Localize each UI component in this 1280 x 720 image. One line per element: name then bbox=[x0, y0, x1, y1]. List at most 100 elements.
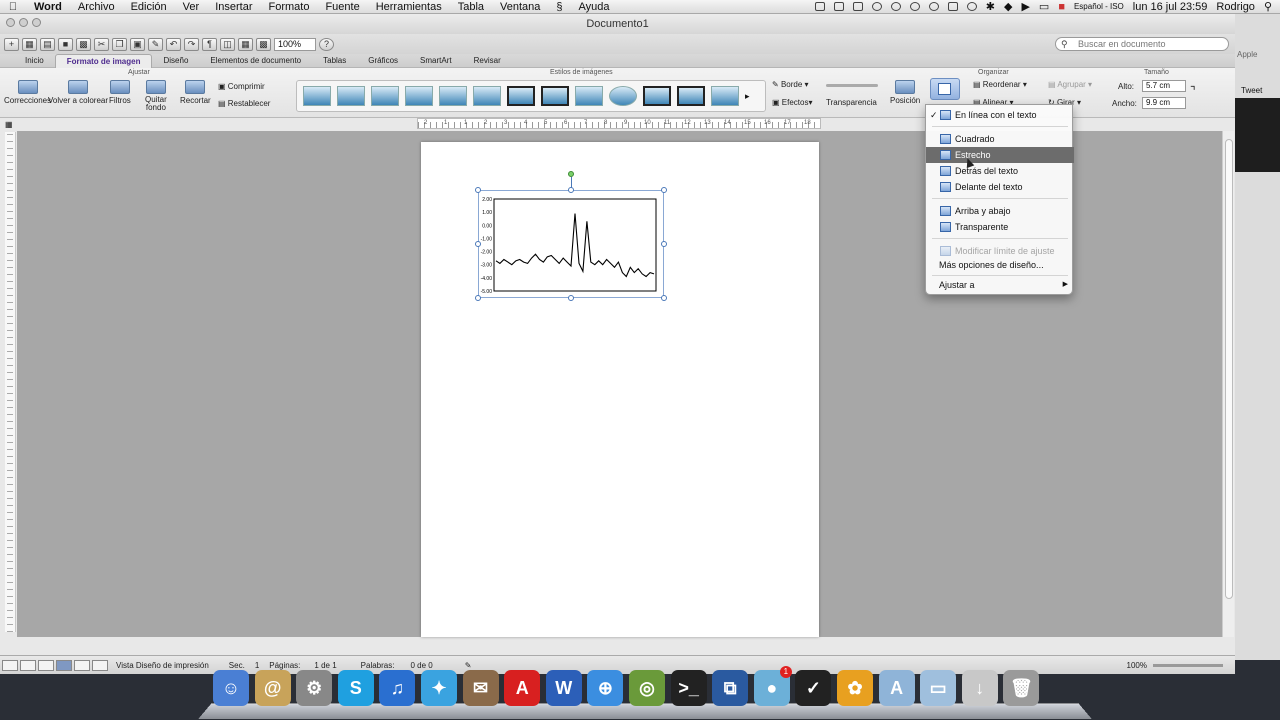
menu-fuente[interactable]: Fuente bbox=[317, 1, 367, 13]
menu-edicion[interactable]: Edición bbox=[123, 1, 175, 13]
style-thumbnail[interactable] bbox=[609, 86, 637, 106]
status-icon[interactable] bbox=[833, 2, 844, 11]
menu-item-transparente[interactable]: Transparente bbox=[926, 219, 1074, 235]
status-icon[interactable] bbox=[928, 2, 939, 11]
apple-menu-icon[interactable]:  bbox=[0, 1, 26, 13]
ruler-toggle-icon[interactable]: ▦ bbox=[5, 120, 13, 129]
reorder-button[interactable]: ▤ Reordenar ▾ bbox=[973, 80, 1027, 89]
filters-button[interactable]: Filtros bbox=[109, 80, 131, 105]
tab-elementos-de-documento[interactable]: Elementos de documento bbox=[199, 54, 312, 68]
format-painter-icon[interactable]: ✎ bbox=[148, 37, 163, 51]
sidebar-icon[interactable]: ◫ bbox=[220, 37, 235, 51]
menu-ventana[interactable]: Ventana bbox=[492, 1, 548, 13]
close-button[interactable] bbox=[6, 18, 15, 27]
trash-icon[interactable]: 🗑 bbox=[1003, 670, 1040, 706]
flag-icon[interactable]: ■ bbox=[1058, 1, 1065, 13]
style-thumbnail[interactable] bbox=[541, 86, 569, 106]
compress-button[interactable]: ▣ Comprimir bbox=[218, 82, 265, 91]
wrap-text-button[interactable] bbox=[930, 78, 960, 100]
outline-view-button[interactable] bbox=[20, 659, 36, 671]
menu-formato[interactable]: Formato bbox=[260, 1, 317, 13]
twitter-icon[interactable]: ✦ bbox=[421, 670, 457, 706]
notebook-view-button[interactable] bbox=[74, 659, 90, 671]
finder-icon[interactable]: ☺ bbox=[213, 670, 249, 706]
gallery-next-icon[interactable]: ▸ bbox=[745, 91, 750, 102]
corrections-button[interactable]: Correcciones bbox=[4, 80, 51, 105]
spotlight-icon[interactable]: ⚲ bbox=[1264, 0, 1272, 13]
lock-aspect-icon[interactable]: ⌝ bbox=[1190, 84, 1196, 98]
help-icon[interactable]: ? bbox=[319, 37, 334, 51]
mail-icon[interactable]: @ bbox=[254, 670, 291, 706]
wifi-icon[interactable]: ◆ bbox=[1004, 0, 1012, 13]
style-thumbnail[interactable] bbox=[711, 86, 739, 106]
style-thumbnail[interactable] bbox=[507, 86, 535, 106]
tab-diseno[interactable]: Diseño bbox=[152, 54, 199, 68]
height-field[interactable]: 5.7 cm bbox=[1142, 80, 1186, 92]
status-icon[interactable] bbox=[909, 2, 920, 11]
menu-item-arriba-y-abajo[interactable]: Arriba y abajo bbox=[926, 203, 1074, 219]
word-icon[interactable]: W bbox=[545, 670, 582, 706]
menu-ver[interactable]: Ver bbox=[175, 1, 208, 13]
zoom-slider[interactable] bbox=[1153, 663, 1223, 667]
preview-icon[interactable]: ✉ bbox=[462, 670, 499, 706]
copy-icon[interactable]: ❐ bbox=[112, 37, 127, 51]
tab-formato-de-imagen[interactable]: Formato de imagen bbox=[54, 53, 153, 68]
picture-styles-gallery[interactable]: ▸ bbox=[296, 80, 766, 112]
effects-button[interactable]: ▣ Efectos▾ bbox=[772, 98, 812, 107]
safari-icon[interactable]: ⊕ bbox=[587, 670, 624, 706]
menu-item-detras-del-texto[interactable]: Detrás del texto bbox=[926, 163, 1074, 179]
terminal-icon[interactable]: >_ bbox=[670, 670, 707, 706]
publishing-view-button[interactable] bbox=[38, 659, 54, 671]
style-thumbnail[interactable] bbox=[405, 86, 433, 106]
show-marks-icon[interactable]: ¶ bbox=[202, 37, 217, 51]
style-thumbnail[interactable] bbox=[473, 86, 501, 106]
fullscreen-view-button[interactable] bbox=[92, 659, 108, 671]
tab-tablas[interactable]: Tablas bbox=[312, 54, 357, 68]
user-name[interactable]: Rodrigo bbox=[1216, 1, 1255, 13]
transparency-slider[interactable] bbox=[826, 84, 878, 87]
clock[interactable]: lun 16 jul 23:59 bbox=[1133, 1, 1208, 13]
background-window[interactable]: Apple Tweet bbox=[1235, 14, 1280, 660]
input-language[interactable]: Español - ISO bbox=[1074, 2, 1124, 11]
menu-archivo[interactable]: Archivo bbox=[70, 1, 123, 13]
position-button[interactable]: Posición bbox=[890, 80, 920, 105]
style-thumbnail[interactable] bbox=[575, 86, 603, 106]
minimize-button[interactable] bbox=[19, 18, 28, 27]
tab-smartart[interactable]: SmartArt bbox=[409, 54, 463, 68]
battery-icon[interactable]: ▭ bbox=[1039, 0, 1049, 13]
tab-revisar[interactable]: Revisar bbox=[463, 54, 512, 68]
menu-item-delante-del-texto[interactable]: Delante del texto bbox=[926, 179, 1074, 195]
tab-graficos[interactable]: Gráficos bbox=[357, 54, 409, 68]
open-icon[interactable]: ▤ bbox=[40, 37, 55, 51]
templates-icon[interactable]: ▦ bbox=[22, 37, 37, 51]
menu-item-en-linea[interactable]: ✓ En línea con el texto bbox=[926, 107, 1074, 123]
draft-view-button[interactable] bbox=[2, 659, 18, 671]
group-button[interactable]: ▤ Agrupar ▾ bbox=[1048, 80, 1092, 89]
menu-app-word[interactable]: Word bbox=[26, 1, 70, 13]
system-preferences-icon[interactable]: ⚙ bbox=[296, 670, 333, 706]
horizontal-ruler[interactable]: 2 1 1 2 3 4 5 6 7 8 9 10 11 12 13 14 15 16 17 18 bbox=[417, 118, 821, 129]
rotation-handle[interactable] bbox=[568, 171, 574, 177]
menu-item-ajustar-a[interactable]: Ajustar a ▶ bbox=[926, 277, 1074, 293]
undo-icon[interactable]: ↶ bbox=[166, 37, 181, 51]
vertical-ruler[interactable] bbox=[5, 132, 16, 632]
redo-icon[interactable]: ↷ bbox=[184, 37, 199, 51]
menu-item-estrecho[interactable]: Estrecho bbox=[926, 147, 1074, 163]
menu-ayuda[interactable]: Ayuda bbox=[571, 1, 618, 13]
tweet-button[interactable]: Tweet bbox=[1241, 86, 1262, 95]
vertical-scrollbar[interactable] bbox=[1222, 131, 1234, 637]
documents-folder-icon[interactable]: ▭ bbox=[920, 670, 957, 706]
status-icon[interactable] bbox=[890, 2, 901, 11]
style-thumbnail[interactable] bbox=[439, 86, 467, 106]
script-icon[interactable]: § bbox=[548, 1, 570, 13]
skype-icon[interactable]: S bbox=[337, 670, 374, 706]
time-machine-icon[interactable] bbox=[966, 2, 977, 11]
print-layout-view-button[interactable] bbox=[56, 659, 72, 671]
search-input[interactable]: ⚲ Buscar en documento bbox=[1055, 37, 1229, 51]
status-icon[interactable] bbox=[947, 2, 958, 11]
menu-item-mas-opciones[interactable]: Más opciones de diseño... bbox=[926, 257, 1074, 273]
status-icon[interactable] bbox=[852, 2, 863, 11]
width-field[interactable]: 9.9 cm bbox=[1142, 97, 1186, 109]
style-thumbnail[interactable] bbox=[303, 86, 331, 106]
menu-herramientas[interactable]: Herramientas bbox=[368, 1, 450, 13]
